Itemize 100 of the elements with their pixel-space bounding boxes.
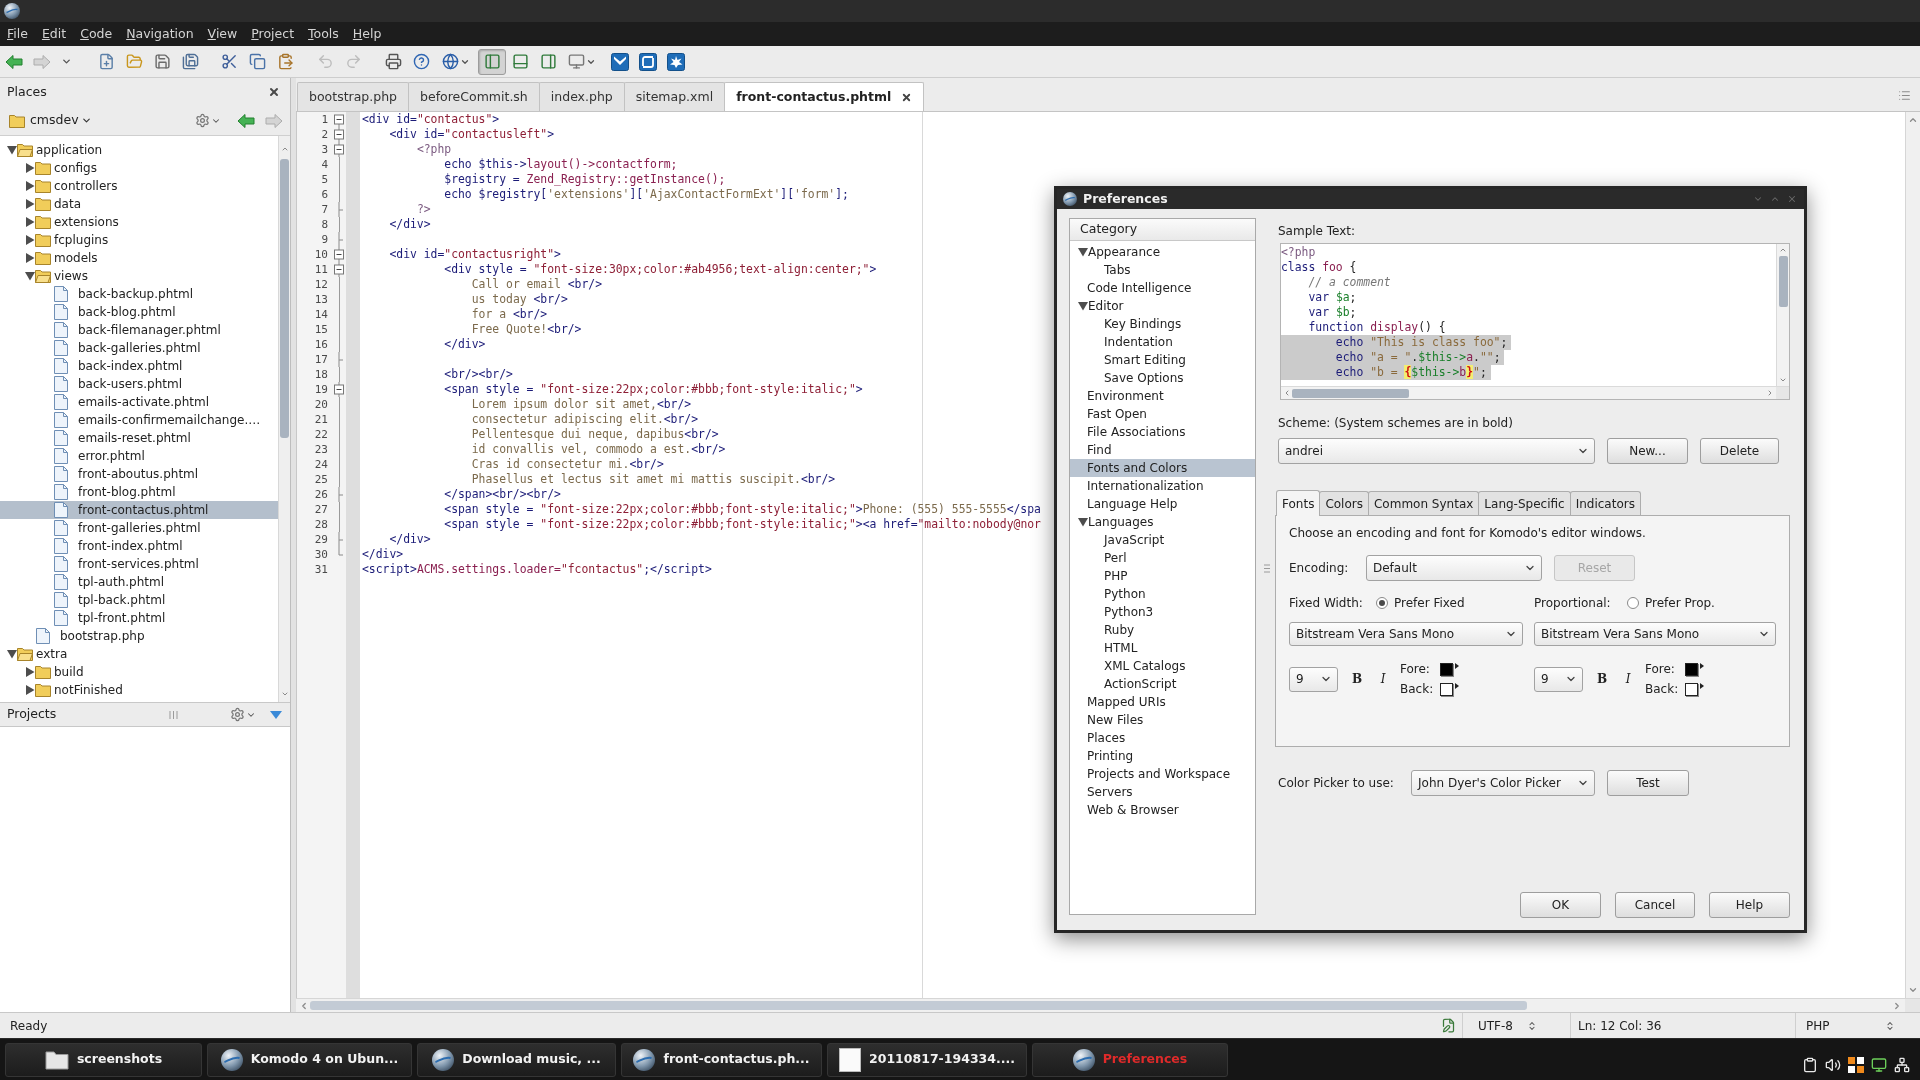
fold-collapse-icon[interactable] [332,262,346,277]
tree-item[interactable]: front-services.phtml [0,555,278,573]
category-item[interactable]: Tabs [1070,261,1255,279]
fold-collapse-icon[interactable] [332,127,346,142]
tab[interactable]: Fonts [1276,490,1321,516]
window-grid-icon[interactable] [1848,1056,1864,1073]
editor-tab[interactable]: beforeCommit.sh [408,82,540,111]
close-icon[interactable] [268,86,280,98]
category-item[interactable]: Save Options [1070,369,1255,387]
size-dropdown[interactable]: 9 [1289,666,1338,692]
size-dropdown[interactable]: 9 [1534,666,1583,692]
triangle-right-icon[interactable] [25,235,35,245]
tree-item[interactable]: emails-confirmemailchange.… [0,411,278,429]
vertical-scrollbar[interactable] [1776,244,1789,386]
tree-item[interactable]: build [0,663,278,681]
tree-item[interactable]: controllers [0,177,278,195]
tree-item[interactable]: data [0,195,278,213]
test-button[interactable]: Test [1607,770,1689,796]
fold-collapse-icon[interactable] [332,247,346,262]
dialog-button[interactable]: Help [1709,892,1790,918]
toolbar-button[interactable] [478,48,506,75]
color-swatch-icon[interactable] [1440,662,1453,676]
category-item[interactable]: Printing [1070,747,1255,765]
category-item[interactable]: Python3 [1070,603,1255,621]
category-item[interactable]: Languages [1070,513,1255,531]
color-swatch-icon[interactable] [1685,662,1698,676]
category-item[interactable]: Indentation [1070,333,1255,351]
tree-item[interactable]: extensions [0,213,278,231]
taskbar-button[interactable]: Komodo 4 on Ubun... [207,1042,412,1077]
editor-tab[interactable]: bootstrap.php [297,82,410,111]
triangle-down-icon[interactable] [1078,517,1088,527]
tree-item[interactable]: tpl-auth.phtml [0,573,278,591]
network-icon[interactable] [1894,1056,1910,1073]
root-folder-dropdown[interactable]: cmsdev [9,109,92,132]
tree-item[interactable]: back-index.phtml [0,357,278,375]
taskbar-button[interactable]: 20110817-194334.... [827,1042,1027,1077]
clipboard-icon[interactable] [1802,1056,1818,1073]
encoding-dropdown[interactable]: Default [1366,555,1542,581]
category-item[interactable]: Projects and Workspace [1070,765,1255,783]
fold-collapse-icon[interactable] [332,382,346,397]
menu-item[interactable]: Help [345,23,389,45]
radio-option[interactable]: Prefer Fixed [1376,594,1465,612]
bold-button[interactable]: B [1350,669,1364,689]
tree-item[interactable]: back-filemanager.phtml [0,321,278,339]
tree-item[interactable]: configs [0,159,278,177]
dropdown-arrow-icon[interactable] [1455,663,1459,669]
tree-item[interactable]: back-users.phtml [0,375,278,393]
grip-icon[interactable] [1264,563,1270,573]
category-item[interactable]: Language Help [1070,495,1255,513]
tab[interactable]: Indicators [1569,491,1641,515]
monitor-icon[interactable] [1871,1056,1887,1073]
scheme-dropdown[interactable]: andrei [1278,438,1595,464]
italic-button[interactable]: I [1621,669,1635,689]
category-item[interactable]: Web & Browser [1070,801,1255,819]
color-swatch-icon[interactable] [1440,682,1453,696]
category-item[interactable]: PHP [1070,567,1255,585]
tree-item[interactable]: tpl-back.phtml [0,591,278,609]
bold-button[interactable]: B [1595,669,1609,689]
editor-tab[interactable]: sitemap.xml [623,82,726,111]
tree-item[interactable]: error.phtml [0,447,278,465]
tree-item[interactable]: front-blog.phtml [0,483,278,501]
taskbar-button[interactable]: front-contactus.ph... [621,1042,822,1077]
category-item[interactable]: Ruby [1070,621,1255,639]
editor-tab[interactable]: front-contactus.phtml [724,82,925,111]
dropdown-arrow-icon[interactable] [1700,683,1704,689]
tab[interactable]: Common Syntax [1368,491,1480,515]
fold-collapse-icon[interactable] [332,142,346,157]
tree-item[interactable]: front-contactus.phtml [0,501,278,519]
tree-item[interactable]: bootstrap.php [0,627,278,645]
options-button[interactable] [230,707,256,722]
radio-icon[interactable] [1627,597,1639,609]
category-item[interactable]: Internationalization [1070,477,1255,495]
category-item[interactable]: File Associations [1070,423,1255,441]
category-item[interactable]: Appearance [1070,243,1255,261]
category-item[interactable]: Key Bindings [1070,315,1255,333]
menu-item[interactable]: Project [244,23,302,45]
tree-item[interactable]: back-galleries.phtml [0,339,278,357]
tab-list-icon[interactable] [1898,89,1911,102]
category-item[interactable]: Code Intelligence [1070,279,1255,297]
tree-item[interactable]: fcplugins [0,231,278,249]
options-button[interactable] [195,113,221,128]
dropdown-arrow-icon[interactable] [1700,663,1704,669]
triangle-down-icon[interactable] [25,271,35,281]
triangle-right-icon[interactable] [25,685,35,695]
tree-item[interactable]: front-aboutus.phtml [0,465,278,483]
tree-item[interactable]: extra [0,645,278,663]
category-item[interactable]: XML Catalogs [1070,657,1255,675]
category-item[interactable]: ActionScript [1070,675,1255,693]
tree-item[interactable]: front-galleries.phtml [0,519,278,537]
category-item[interactable]: New Files [1070,711,1255,729]
vertical-scrollbar[interactable] [1905,112,1920,998]
triangle-right-icon[interactable] [25,199,35,209]
category-item[interactable]: Fast Open [1070,405,1255,423]
close-icon[interactable] [901,91,913,103]
triangle-down-icon[interactable] [1078,247,1088,257]
menu-item[interactable]: Navigation [119,23,201,45]
horizontal-scrollbar[interactable] [296,998,1920,1012]
tree-item[interactable]: back-backup.phtml [0,285,278,303]
triangle-down-icon[interactable] [1078,301,1088,311]
radio-icon[interactable] [1376,597,1388,609]
